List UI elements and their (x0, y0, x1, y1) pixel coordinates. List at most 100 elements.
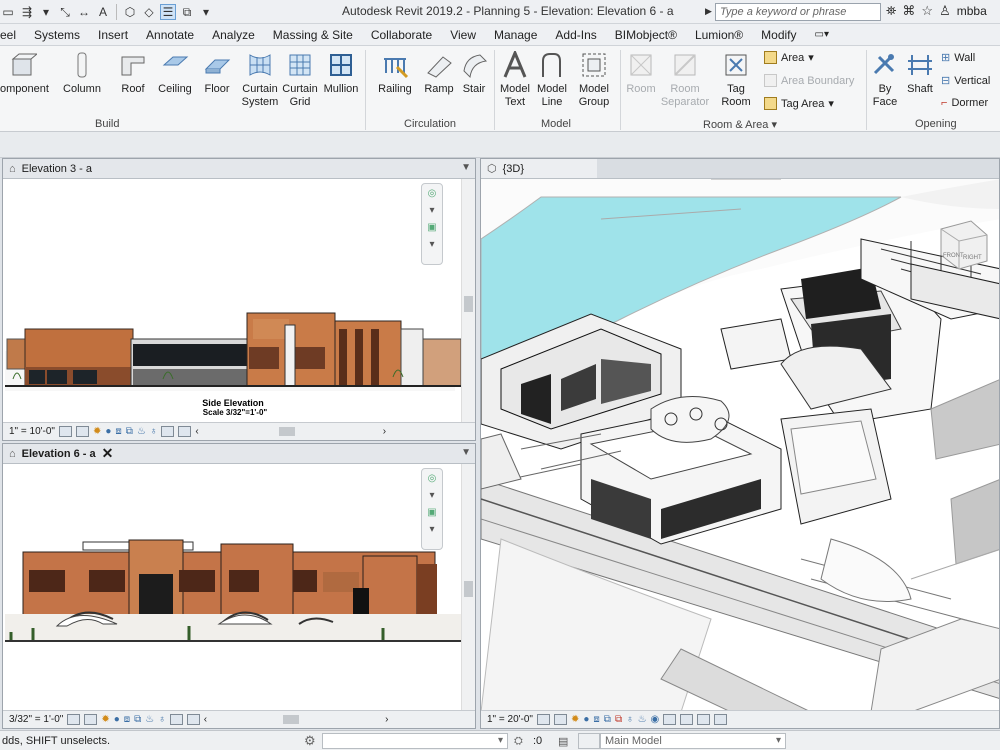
vertical-scrollbar[interactable] (461, 464, 475, 710)
crop-view-icon[interactable]: ⧈ (124, 714, 130, 725)
visual-style-icon[interactable] (75, 426, 89, 437)
sun-path-icon[interactable]: ✹ (101, 714, 109, 725)
view-tab-elevation-3[interactable]: ⌂ Elevation 3 - a ▼ (3, 159, 475, 179)
scroll-left-icon[interactable]: ‹ (204, 714, 207, 725)
analytical-model-icon[interactable] (697, 714, 711, 725)
detail-level-icon[interactable] (58, 426, 72, 437)
ribbon-toggle-icon[interactable]: ▭▾ (806, 29, 838, 40)
zoom-icon[interactable]: ▣ (427, 507, 436, 518)
scroll-right-icon[interactable]: › (385, 714, 388, 725)
workset-select[interactable]: ▾ (322, 733, 508, 749)
room-button[interactable]: Room (622, 50, 660, 96)
shadows-icon[interactable]: ● (583, 714, 589, 725)
editing-requests-icon[interactable]: ⛭ (514, 733, 523, 749)
temporary-hide-icon[interactable]: ♨ (145, 714, 154, 725)
ceiling-button[interactable]: Ceiling (156, 50, 194, 96)
tab-collaborate[interactable]: Collaborate (362, 28, 441, 42)
thin-lines-icon[interactable]: ☰ (160, 4, 176, 20)
tab-architecture[interactable]: eel (0, 28, 25, 42)
area-boundary-button[interactable]: Area Boundary (764, 74, 854, 87)
temporary-view-icon[interactable] (186, 714, 200, 725)
detail-level-icon[interactable] (536, 714, 550, 725)
search-input[interactable]: Type a keyword or phrase (715, 3, 881, 21)
switch-windows-icon[interactable]: ⧉ (179, 4, 195, 20)
design-options-icon[interactable]: ▤ (558, 733, 568, 749)
shadows-icon[interactable]: ● (114, 714, 120, 725)
tag-room-button[interactable]: Tag Room (716, 50, 756, 109)
tab-bimobject[interactable]: BIMobject® (606, 28, 686, 42)
section-icon[interactable]: ◇ (141, 4, 157, 20)
floor-button[interactable]: Floor (198, 50, 236, 96)
shadows-icon[interactable]: ● (105, 426, 111, 437)
elevation-canvas[interactable]: ◎ ▾ ▣ ▾ (3, 464, 461, 710)
view-scale[interactable]: 1" = 10'-0" (9, 426, 55, 437)
reveal-hidden-icon[interactable]: ◉ (651, 714, 660, 725)
by-face-button[interactable]: By Face (868, 50, 902, 109)
vertical-opening-button[interactable]: ⊟ Vertical (941, 74, 990, 88)
crop-view-icon[interactable]: ⧈ (115, 426, 121, 437)
view-tab-3d[interactable]: ⬡ {3D} (481, 159, 597, 179)
dimension-icon[interactable]: ↔ (76, 4, 92, 20)
elevation-canvas[interactable]: Side Elevation Scale 3/32"=1'-0" ◎ ▾ ▣ ▾ (3, 179, 461, 422)
worksets-icon[interactable]: ⚙ (304, 733, 316, 749)
view-3d[interactable]: ⬡ {3D} FRONT RIGHT 1" = 20'-0" ✹ ● ⧈ ⧉ ⧉… (480, 158, 1000, 729)
view-3d-icon[interactable]: ⬡ (122, 4, 138, 20)
worksharing-icon[interactable] (169, 714, 183, 725)
dormer-opening-button[interactable]: ⌐ Dormer (941, 97, 988, 109)
navigation-bar[interactable]: ◎ ▾ ▣ ▾ (421, 468, 443, 550)
sun-path-icon[interactable]: ✹ (93, 426, 101, 437)
tab-view[interactable]: View (441, 28, 485, 42)
hide-crop-icon[interactable]: ⧉ (615, 714, 622, 725)
view-elevation-3[interactable]: ⌂ Elevation 3 - a ▼ Side Elevation Scale… (2, 158, 476, 441)
tab-analyze[interactable]: Analyze (203, 28, 264, 42)
sync-icon[interactable]: ▾ (38, 4, 54, 20)
view-menu-icon[interactable]: ▼ (461, 447, 471, 458)
steering-wheel-dropdown-icon[interactable]: ▾ (429, 490, 434, 501)
tab-lumion[interactable]: Lumion® (686, 28, 752, 42)
worksharing-icon[interactable] (663, 714, 677, 725)
horizontal-scroll-thumb[interactable] (278, 427, 295, 436)
area-dropdown-icon[interactable]: ▾ (808, 51, 814, 64)
column-button[interactable]: Column (60, 50, 104, 96)
star-icon[interactable]: ☆ (921, 3, 933, 19)
area-button[interactable]: Area ▾ (764, 51, 814, 64)
scrollbar-thumb[interactable] (464, 581, 473, 597)
detail-level-icon[interactable] (67, 714, 81, 725)
reveal-hidden-icon[interactable]: ♁ (158, 714, 166, 725)
user-name[interactable]: mbba (957, 4, 987, 18)
curtain-system-button[interactable]: Curtain System (240, 50, 280, 109)
save-icon[interactable]: ⇶ (19, 4, 35, 20)
component-button[interactable]: omponent (0, 50, 49, 96)
roof-button[interactable]: Roof (114, 50, 152, 96)
tab-modify[interactable]: Modify (752, 28, 805, 42)
worksharing-icon[interactable] (161, 426, 175, 437)
ramp-button[interactable]: Ramp (420, 50, 458, 96)
tab-manage[interactable]: Manage (485, 28, 546, 42)
visual-style-icon[interactable] (84, 714, 98, 725)
model-group-button[interactable]: Model Group (575, 50, 613, 109)
exchange-icon[interactable]: ⌘ (902, 3, 915, 19)
temporary-hide-icon[interactable]: ♨ (638, 714, 647, 725)
model-text-button[interactable]: Model Text (496, 50, 534, 109)
sun-path-icon[interactable]: ✹ (571, 714, 579, 725)
room-separator-button[interactable]: Room Separator (660, 50, 710, 109)
measure-icon[interactable]: ⤡ (57, 4, 73, 20)
zoom-dropdown-icon[interactable]: ▾ (429, 524, 434, 535)
view-tab-elevation-6[interactable]: ⌂ Elevation 6 - a ✕ ▼ (3, 444, 475, 464)
user-icon[interactable]: ♙ (939, 3, 951, 19)
tab-annotate[interactable]: Annotate (137, 28, 203, 42)
railing-button[interactable]: Railing (373, 50, 417, 96)
visual-style-icon[interactable] (553, 714, 567, 725)
tab-systems[interactable]: Systems (25, 28, 89, 42)
customize-qat-icon[interactable]: ▾ (198, 4, 214, 20)
steering-wheel-dropdown-icon[interactable]: ▾ (429, 205, 434, 216)
steering-wheel-icon[interactable]: ◎ (428, 188, 437, 199)
view-elevation-6[interactable]: ⌂ Elevation 6 - a ✕ ▼ ◎ ▾ ▣ ▾ 3/32" = 1'… (2, 443, 476, 729)
filter-icon[interactable] (578, 733, 600, 749)
tab-insert[interactable]: Insert (89, 28, 137, 42)
render-icon[interactable]: ⧈ (593, 714, 599, 725)
temporary-hide-icon[interactable]: ♨ (137, 426, 146, 437)
reveal-hidden-icon[interactable]: ♁ (150, 426, 158, 437)
view-menu-icon[interactable]: ▼ (461, 162, 471, 173)
navigation-bar[interactable]: ◎ ▾ ▣ ▾ (421, 183, 443, 265)
